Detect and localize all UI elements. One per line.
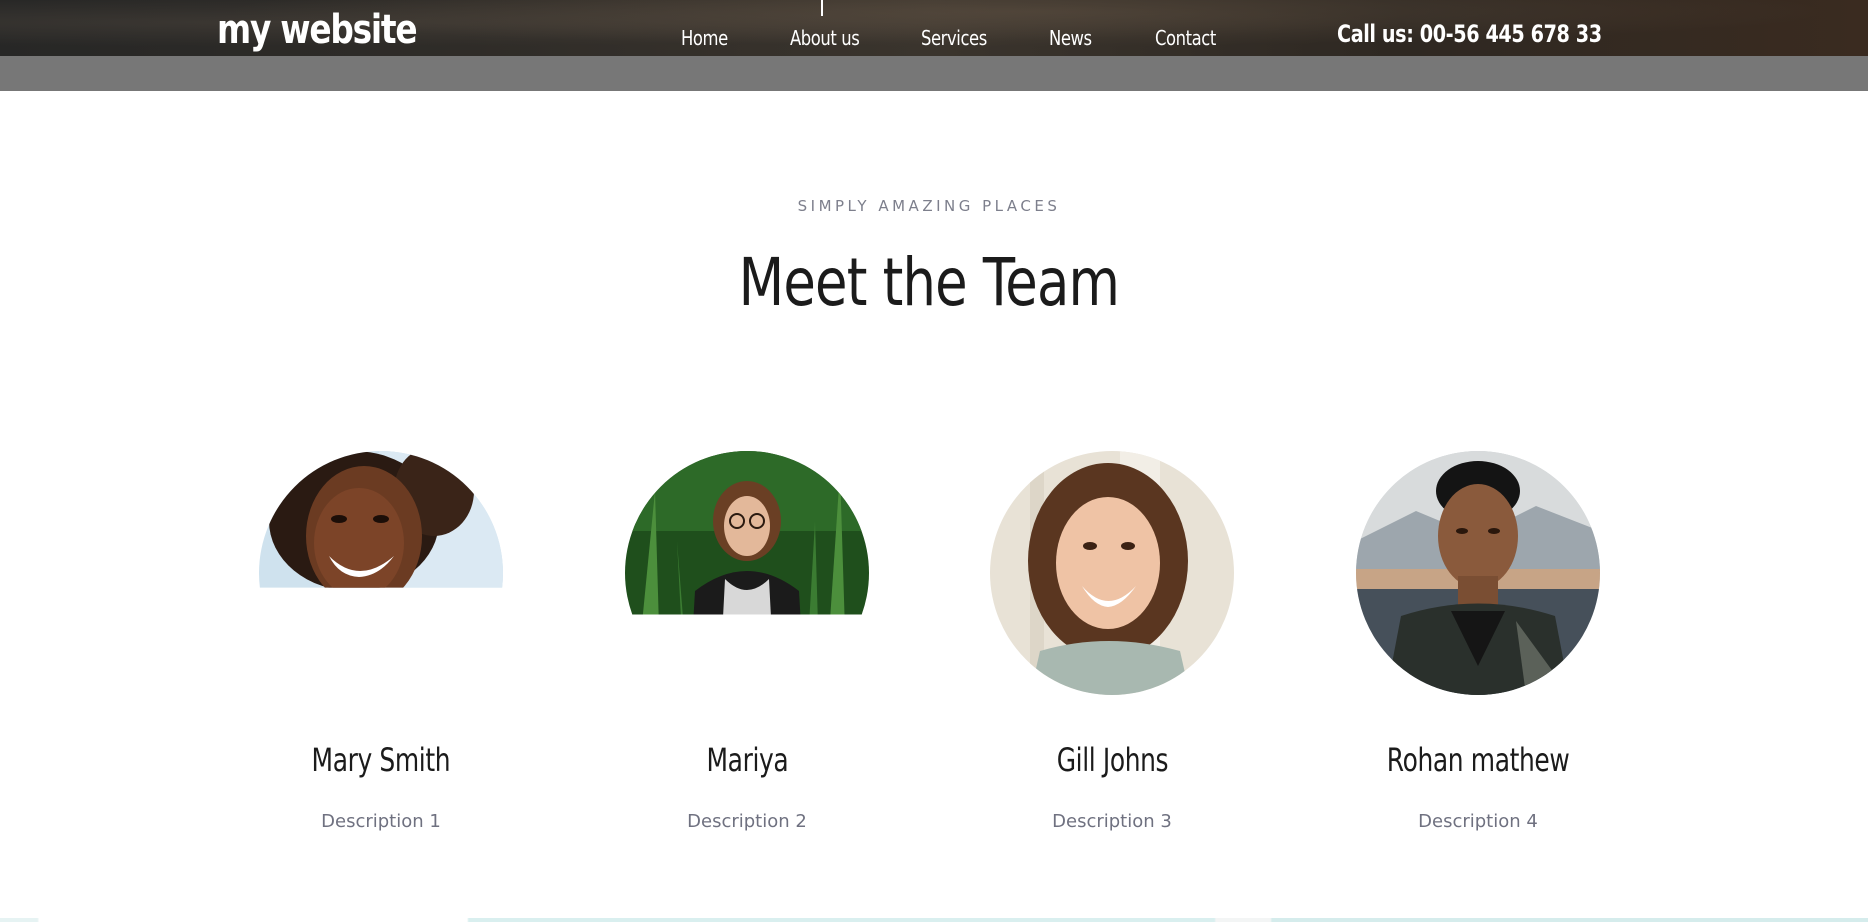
team-card-mary-smith: Mary Smith Description 1: [259, 451, 503, 832]
avatar-photo-gill-johns: [990, 451, 1234, 695]
member-name-text: Rohan mathew: [1386, 741, 1570, 779]
member-name-text: Mary Smith: [311, 741, 451, 779]
section-eyebrow: SIMPLY AMAZING PLACES: [797, 197, 1061, 215]
team-card-gill-johns: Gill Johns Description 3: [990, 451, 1234, 832]
team-card-rohan-mathew: Rohan mathew Description 4: [1356, 451, 1600, 832]
site-logo[interactable]: my website: [217, 7, 418, 53]
member-description: Description 2: [687, 811, 807, 832]
member-name: Rohan mathew: [1296, 741, 1660, 779]
nav-services[interactable]: Services: [921, 26, 987, 50]
avatar-photo-mary-smith: [259, 451, 503, 588]
member-name-text: Mariya: [706, 741, 788, 779]
member-description: Description 1: [321, 811, 441, 832]
member-description: Description 3: [1052, 811, 1172, 832]
member-description: Description 4: [1418, 811, 1538, 832]
member-name: Mary Smith: [199, 741, 563, 779]
section-title: Meet the Team: [0, 244, 1858, 321]
member-name: Gill Johns: [930, 741, 1294, 779]
avatar: [1356, 451, 1600, 695]
section-title-text: Meet the Team: [738, 244, 1120, 321]
avatar: [990, 451, 1234, 695]
avatar: [625, 451, 869, 615]
member-name: Mariya: [565, 741, 929, 779]
avatar-photo-mariya: [625, 451, 869, 615]
header-subbar: [0, 56, 1868, 91]
nav-home[interactable]: Home: [681, 26, 728, 50]
member-name-text: Gill Johns: [1056, 741, 1168, 779]
nav-about-us[interactable]: About us: [790, 26, 860, 50]
nav-contact[interactable]: Contact: [1155, 26, 1216, 50]
nav-active-indicator: [821, 0, 823, 16]
avatar: [259, 451, 503, 588]
team-card-mariya: Mariya Description 2: [625, 451, 869, 832]
phone-number[interactable]: Call us: 00-56 445 678 33: [1337, 20, 1602, 48]
next-section-edge: [0, 918, 1868, 922]
avatar-photo-rohan-mathew: [1356, 451, 1600, 695]
nav-news[interactable]: News: [1049, 26, 1092, 50]
